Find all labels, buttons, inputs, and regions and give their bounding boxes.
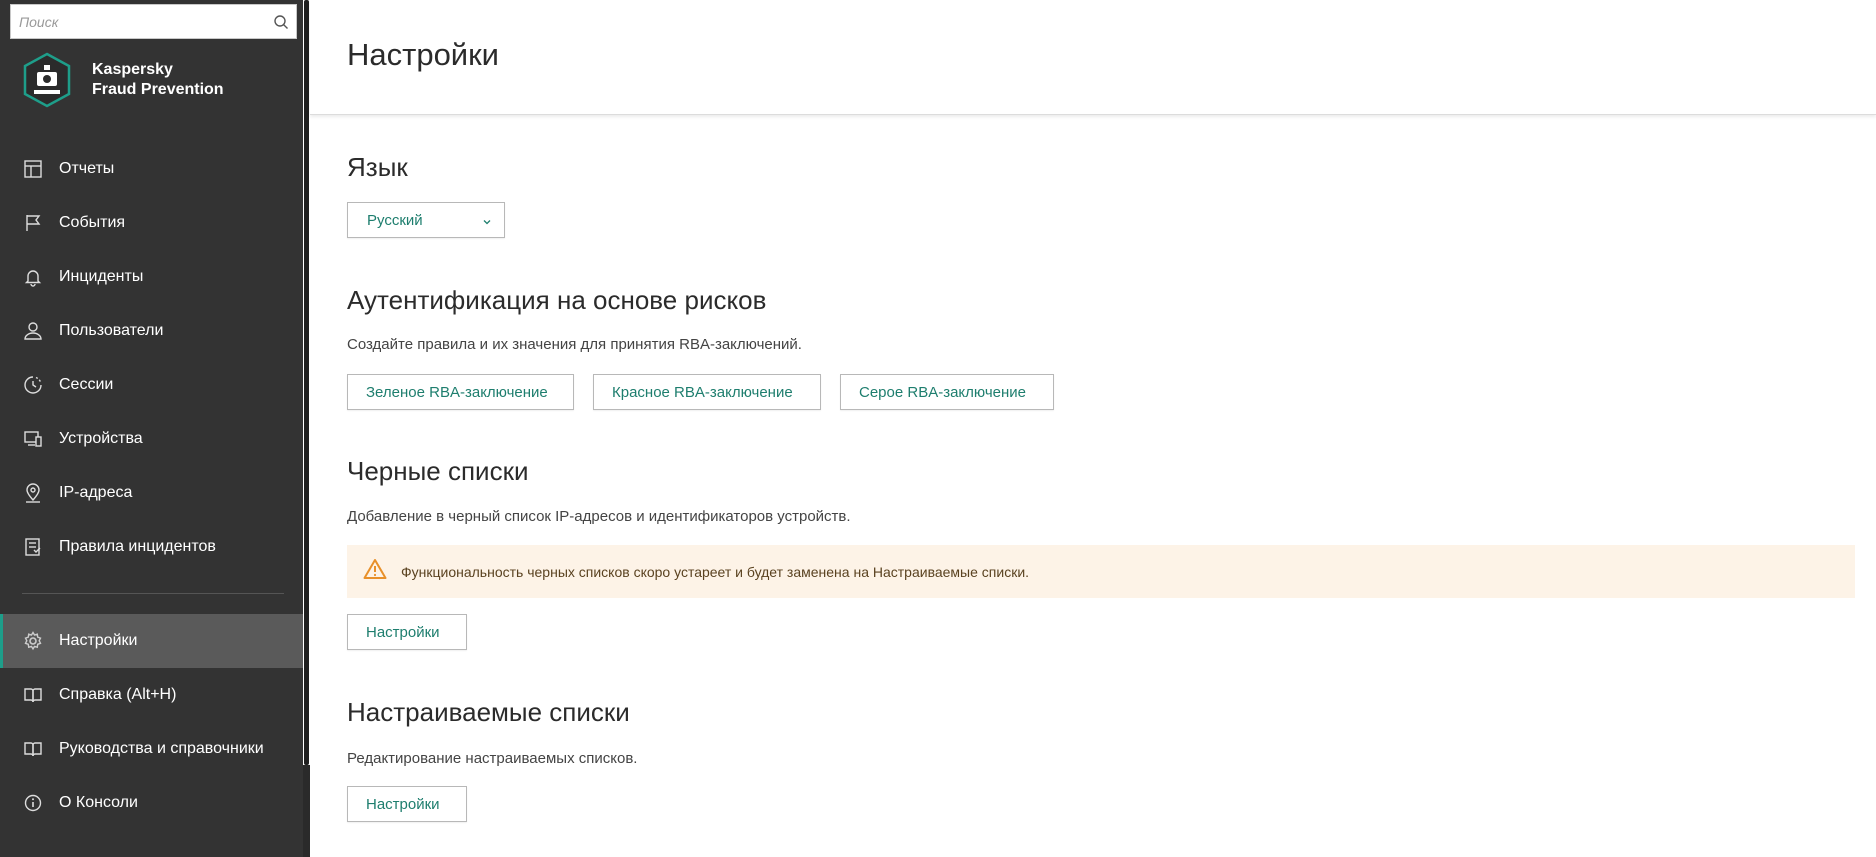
kaspersky-logo-icon [23,52,71,108]
sidebar-item-incidents[interactable]: Инциденты [0,250,303,304]
sidebar-item-label: Инциденты [59,268,144,285]
sidebar-item-label: Отчеты [59,160,115,177]
page-title: Настройки [347,37,500,72]
rba-description: Создайте правила и их значения для приня… [347,336,802,353]
custom-lists-description: Редактирование настраиваемых списков. [347,750,638,767]
custom-lists-settings-button[interactable]: Настройки [347,786,467,822]
sidebar-divider [22,593,284,594]
sidebar-item-incident-rules[interactable]: Правила инцидентов [0,520,303,574]
deprecation-warning: Функциональность черных списков скоро ус… [347,545,1855,598]
brand: Kaspersky Fraud Prevention [22,52,224,108]
sessions-icon [22,374,44,396]
blacklists-settings-button[interactable]: Настройки [347,614,467,650]
sidebar-item-help[interactable]: Справка (Alt+H) [0,668,303,722]
flag-icon [22,212,44,234]
grey-rba-button[interactable]: Серое RBA-заключение [840,374,1054,410]
book-icon [22,738,44,760]
info-icon [22,792,44,814]
warning-text: Функциональность черных списков скоро ус… [401,563,1030,580]
bell-icon [22,266,44,288]
sidebar-item-label: О Консоли [59,794,138,811]
sidebar-item-label: Правила инцидентов [59,538,216,555]
sidebar-item-reports[interactable]: Отчеты [0,142,303,196]
sidebar-item-label: События [59,214,126,231]
location-pin-icon [22,482,44,504]
sidebar-item-ip-addresses[interactable]: IP-адреса [0,466,303,520]
sidebar-item-settings[interactable]: Настройки [0,614,303,668]
brand-line2: Fraud Prevention [92,81,224,98]
red-rba-button[interactable]: Красное RBA-заключение [593,374,821,410]
sidebar-item-guides[interactable]: Руководства и справочники [0,722,303,776]
sidebar-scrollbar-thumb[interactable] [304,0,309,765]
warning-icon [363,558,387,585]
sidebar-scrollbar-track [303,765,310,857]
rba-section-title: Аутентификация на основе рисков [347,285,767,315]
sidebar-item-label: Справка (Alt+H) [59,686,177,703]
chevron-down-icon [482,214,492,231]
devices-icon [22,428,44,450]
sidebar-item-about[interactable]: О Консоли [0,776,303,830]
reports-icon [22,158,44,180]
blacklists-section-title: Черные списки [347,456,529,486]
language-section-title: Язык [347,152,408,182]
sidebar-item-label: IP-адреса [59,484,133,501]
search-box[interactable] [10,4,297,39]
sidebar-item-label: Пользователи [59,322,164,339]
custom-lists-section-title: Настраиваемые списки [347,697,630,727]
page-header: Настройки [310,0,1876,115]
main-content: Настройки Язык Русский Аутентификация на… [310,0,1876,857]
sidebar-scrollbar[interactable] [303,0,310,857]
blacklists-description: Добавление в черный список IP-адресов и … [347,508,851,525]
sidebar: Kaspersky Fraud Prevention Отчеты Событи… [0,0,303,857]
brand-line1: Kaspersky [92,61,173,78]
sidebar-item-label: Сессии [59,376,114,393]
sidebar-item-label: Устройства [59,430,143,447]
search-input[interactable] [11,5,266,38]
sidebar-item-users[interactable]: Пользователи [0,304,303,358]
search-icon[interactable] [266,7,296,37]
book-icon [22,684,44,706]
language-select-value: Русский [367,211,423,229]
sidebar-item-label: Руководства и справочники [59,740,264,757]
gear-icon [22,630,44,652]
rules-icon [22,536,44,558]
sidebar-item-sessions[interactable]: Сессии [0,358,303,412]
green-rba-button[interactable]: Зеленое RBA-заключение [347,374,574,410]
sidebar-item-label: Настройки [59,632,138,649]
brand-name: Kaspersky Fraud Prevention [92,60,224,100]
sidebar-item-devices[interactable]: Устройства [0,412,303,466]
language-select[interactable]: Русский [347,202,505,238]
sidebar-item-events[interactable]: События [0,196,303,250]
user-icon [22,320,44,342]
